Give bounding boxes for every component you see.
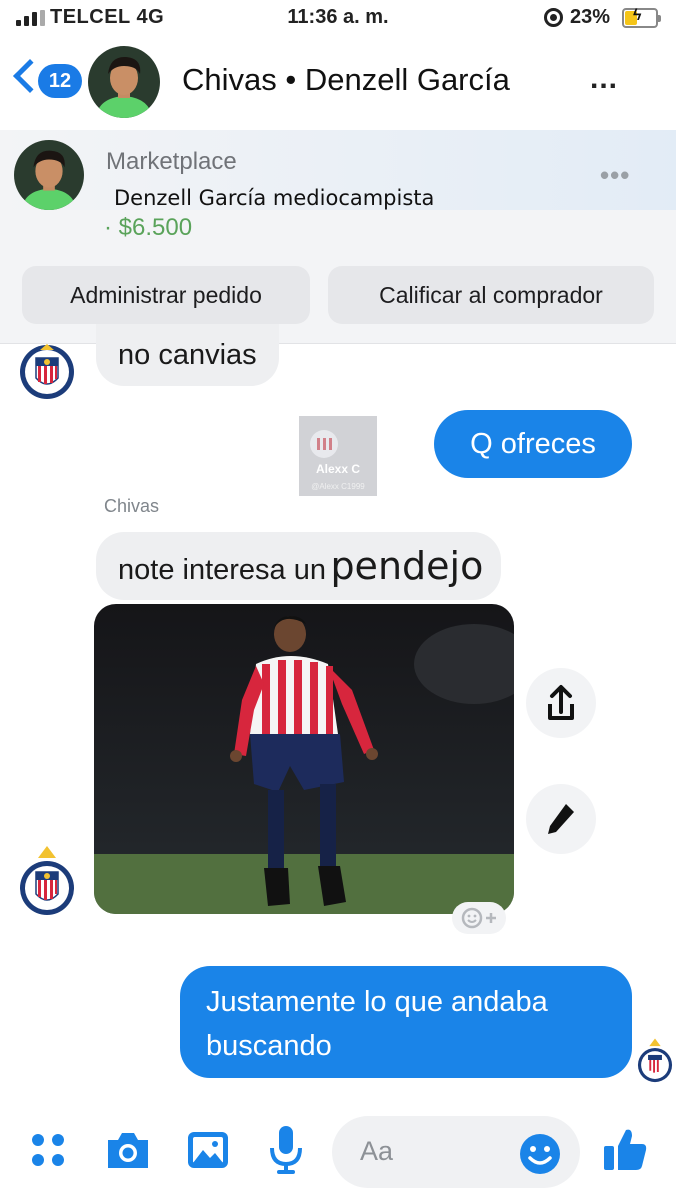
watermark-handle: @Alexx C1999 <box>311 482 365 491</box>
menu-dots-icon[interactable] <box>28 1130 70 1172</box>
chivas-crest-avatar[interactable] <box>18 340 76 400</box>
share-button[interactable] <box>526 668 596 738</box>
edit-button[interactable] <box>526 784 596 854</box>
emoji-icon[interactable] <box>518 1132 562 1176</box>
battery-charging-icon: ϟ <box>622 7 661 28</box>
message-input[interactable]: Aa <box>332 1116 580 1188</box>
status-bar: TELCEL 4G 11:36 a. m. 23% ϟ <box>0 0 676 40</box>
watermark: Alexx C @Alexx C1999 <box>299 416 377 496</box>
camera-icon[interactable] <box>104 1128 152 1172</box>
listing-avatar[interactable] <box>14 140 84 210</box>
more-dots-icon[interactable]: ... <box>590 62 618 96</box>
rotation-lock-icon <box>544 8 563 27</box>
back-button[interactable]: 12 <box>10 54 90 104</box>
chivas-crest-avatar[interactable] <box>18 842 76 918</box>
edit-icon <box>548 804 574 834</box>
message-composer: Aa <box>0 1110 676 1200</box>
conversation-title: Chivas • Denzell García <box>182 62 510 97</box>
manage-order-button[interactable]: Administrar pedido <box>22 266 310 324</box>
add-reaction-icon <box>461 907 496 929</box>
message-justamente[interactable]: Justamente lo que andaba buscando <box>180 966 632 1078</box>
message-text-large: pendejo <box>330 544 484 588</box>
message-note-interesa[interactable]: note interesa un pendejo <box>96 532 502 600</box>
listing-price: · $6.500 <box>104 214 193 241</box>
message-text-part: note interesa un <box>118 554 326 586</box>
message-q-ofreces[interactable]: Q ofreces <box>434 410 632 478</box>
message-no-canvias[interactable]: no canvias <box>96 324 279 386</box>
gallery-icon[interactable] <box>186 1128 230 1172</box>
marketplace-listing-card: Marketplace Denzell García mediocampista… <box>0 130 676 344</box>
contact-avatar[interactable] <box>88 46 160 118</box>
battery-percentage: 23% <box>570 6 611 28</box>
message-line: Justamente lo que andaba <box>206 986 548 1018</box>
message-line: buscando <box>206 1030 332 1062</box>
read-receipt-avatar <box>637 1038 673 1083</box>
thumbs-up-icon[interactable] <box>600 1124 650 1174</box>
watermark-name: Alexx C <box>315 462 361 476</box>
input-placeholder: Aa <box>360 1136 394 1166</box>
conversation-header: 12 Chivas • Denzell García ... <box>0 40 676 126</box>
marketplace-label: Marketplace <box>106 148 237 175</box>
listing-more-icon[interactable]: ••• <box>600 160 630 191</box>
rate-buyer-button[interactable]: Calificar al comprador <box>328 266 654 324</box>
microphone-icon[interactable] <box>266 1124 306 1176</box>
watermark-logo-icon <box>310 430 338 458</box>
sender-name: Chivas <box>104 496 160 516</box>
add-reaction-button[interactable] <box>452 902 506 934</box>
listing-title: Denzell García mediocampista <box>114 186 435 210</box>
shared-player-photo[interactable] <box>94 604 514 914</box>
share-icon <box>548 685 574 720</box>
unread-count-badge: 12 <box>38 64 82 98</box>
